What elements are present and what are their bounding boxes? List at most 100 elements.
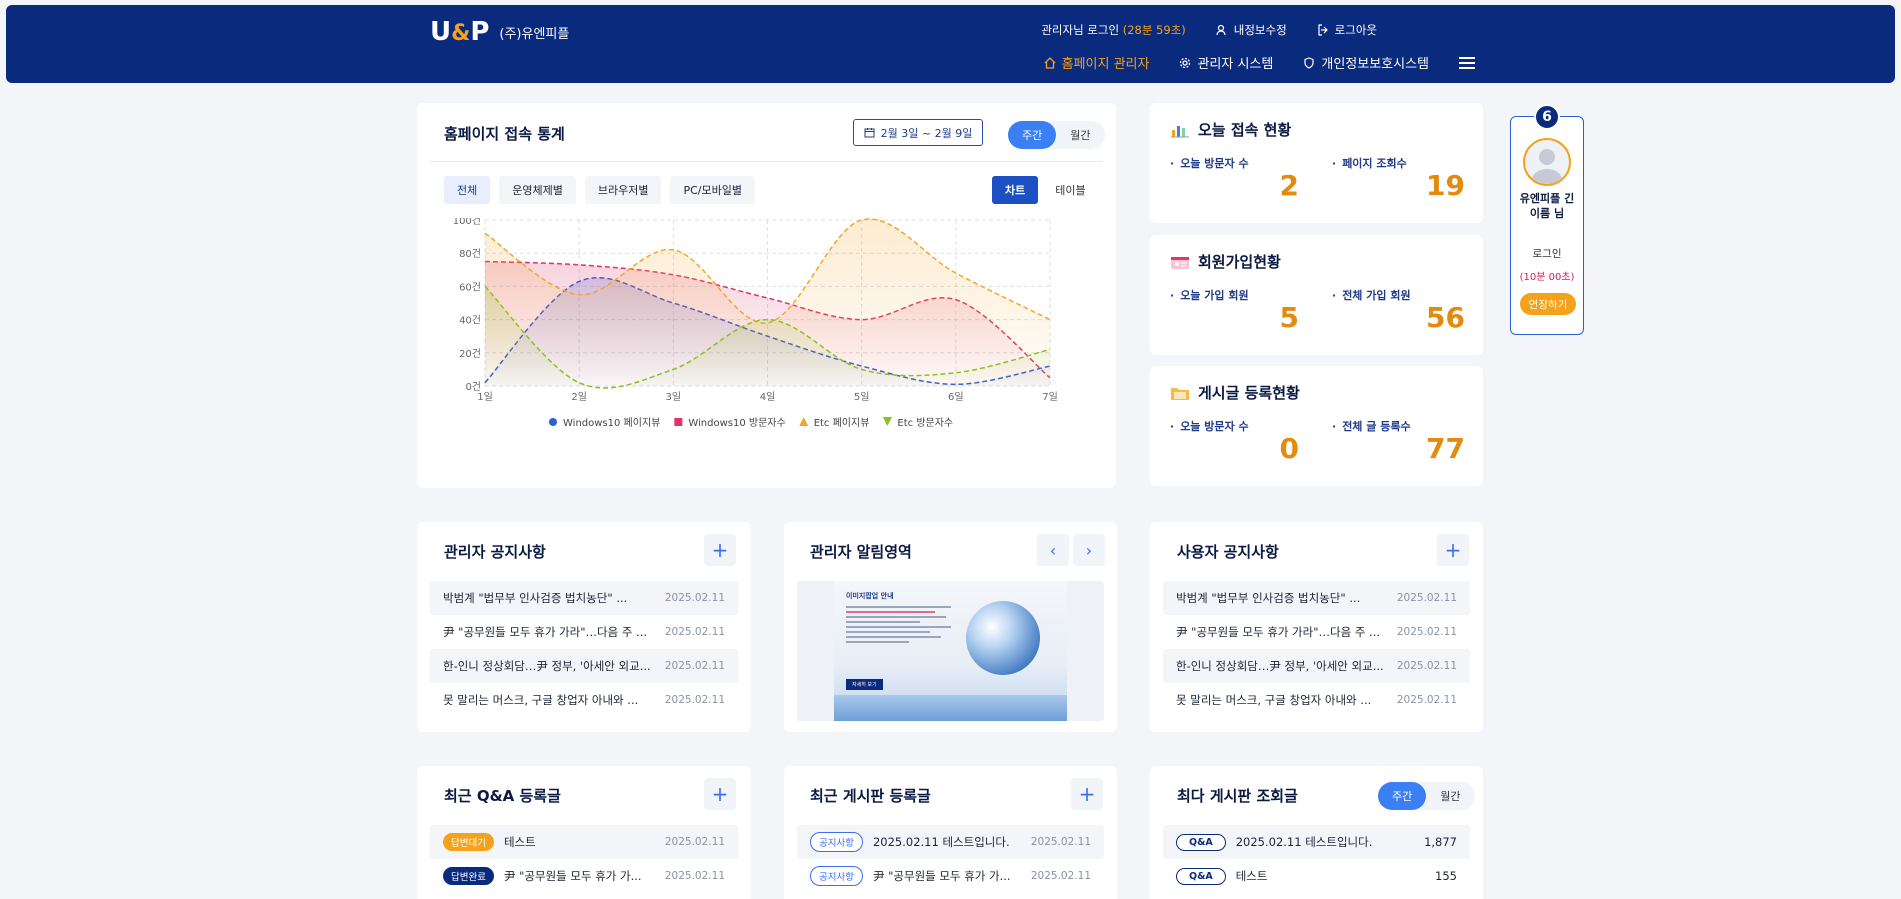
category-badge: 공지사항 bbox=[810, 832, 863, 852]
filter-device[interactable]: PC/모바일별 bbox=[670, 176, 755, 204]
view-chart[interactable]: 차트 bbox=[992, 176, 1039, 204]
shield-lock-icon bbox=[1304, 56, 1314, 69]
list-item-date: 2025.02.11 bbox=[664, 694, 725, 706]
category-badge: 공지사항 bbox=[810, 866, 863, 886]
member-join-card: 회원가입현황 오늘 가입 회원 5 전체 가입 회원 56 bbox=[1150, 235, 1483, 355]
legend-marker bbox=[799, 417, 809, 426]
today-visit-title: 오늘 접속 현황 bbox=[1198, 121, 1292, 139]
list-item-title: 한-인니 정상회담…尹 정부, '아세안 외교... bbox=[443, 659, 651, 673]
filter-browser[interactable]: 브라우저별 bbox=[584, 176, 662, 204]
legend-label: Etc 방문자수 bbox=[897, 417, 953, 429]
list-item[interactable]: Q&A 2025.02.11 테스트입니다. 1,877 bbox=[1163, 825, 1470, 859]
today-visit-header: 오늘 접속 현황 bbox=[1170, 119, 1291, 140]
top-views-weekly[interactable]: 주간 bbox=[1378, 782, 1427, 810]
admin-notice-more-button[interactable]: + bbox=[704, 534, 736, 566]
user-notice-more-button[interactable]: + bbox=[1437, 534, 1469, 566]
period-weekly[interactable]: 주간 bbox=[1008, 121, 1057, 149]
post-total-value: 77 bbox=[1426, 432, 1465, 465]
next-arrow-button[interactable]: › bbox=[1073, 534, 1105, 566]
nav-privacy-system[interactable]: 개인정보보호시스템 bbox=[1303, 53, 1429, 72]
profile-remaining-time: (10분 00초) bbox=[1519, 272, 1575, 283]
x-tick-label: 6일 bbox=[948, 391, 964, 403]
legend-marker bbox=[674, 418, 683, 426]
list-item[interactable]: 답변대기 테스트 2025.02.11 bbox=[430, 825, 738, 859]
prev-arrow-button[interactable]: ‹ bbox=[1037, 534, 1069, 566]
page-views-value: 19 bbox=[1426, 169, 1465, 202]
category-badge: Q&A bbox=[1176, 833, 1226, 851]
list-item-date: 2025.02.11 bbox=[1396, 694, 1457, 706]
date-range-text: 2월 3일 ~ 2월 9일 bbox=[880, 126, 973, 140]
view-count: 155 bbox=[1435, 869, 1457, 883]
login-status-text: 관리자님 로그인 bbox=[1041, 23, 1120, 37]
folder-icon bbox=[1171, 387, 1189, 400]
y-tick-label: 100건 bbox=[453, 218, 481, 227]
edit-info-link[interactable]: 내정보수정 bbox=[1216, 22, 1287, 38]
nav-admin-system-label: 관리자 시스템 bbox=[1197, 57, 1274, 72]
list-item[interactable]: 박범계 "법무부 인사검증 법치농단" ... 2025.02.11 bbox=[1163, 581, 1470, 615]
filter-os[interactable]: 운영체제별 bbox=[499, 176, 576, 204]
nav-homepage-admin[interactable]: 홈페이지 관리자 bbox=[1044, 53, 1150, 72]
list-item-date: 2025.02.11 bbox=[664, 626, 725, 638]
list-item[interactable]: 한-인니 정상회담…尹 정부, '아세안 외교... 2025.02.11 bbox=[430, 649, 738, 683]
list-item[interactable]: 못 말리는 머스크, 구글 창업자 아내와 ... 2025.02.11 bbox=[430, 683, 738, 717]
list-item-date: 2025.02.11 bbox=[1030, 870, 1091, 882]
user-avatar-icon bbox=[1531, 149, 1563, 184]
date-range-picker[interactable]: 2월 3일 ~ 2월 9일 bbox=[853, 119, 983, 146]
list-item[interactable]: 한-인니 정상회담…尹 정부, '아세안 외교... 2025.02.11 bbox=[1163, 649, 1470, 683]
extend-session-button[interactable]: 연장하기 bbox=[1520, 293, 1576, 315]
x-tick-label: 7일 bbox=[1042, 391, 1058, 403]
list-item[interactable]: 尹 "공무원들 모두 휴가 가라"…다음 주 ... 2025.02.11 bbox=[1163, 615, 1470, 649]
list-item-title: 박범계 "법무부 인사검증 법치농단" ... bbox=[1176, 591, 1361, 605]
logo-mark-amp: & bbox=[451, 21, 471, 46]
list-item-title: 尹 "공무원들 모두 휴가 가라"…다음 주 ... bbox=[1176, 625, 1381, 639]
edit-info-label: 내정보수정 bbox=[1233, 23, 1287, 37]
list-item-title: 못 말리는 머스크, 구글 창업자 아내와 ... bbox=[1176, 693, 1372, 707]
nav-privacy-system-label: 개인정보보호시스템 bbox=[1321, 57, 1429, 72]
list-item[interactable]: 공지사항 2025.02.11 테스트입니다. 2025.02.11 bbox=[797, 825, 1104, 859]
user-cog-icon bbox=[1216, 24, 1226, 36]
post-registration-title: 게시글 등록현황 bbox=[1198, 384, 1300, 402]
list-item-title: 못 말리는 머스크, 구글 창업자 아내와 ... bbox=[443, 693, 639, 707]
filter-all[interactable]: 전체 bbox=[444, 176, 491, 204]
x-tick-label: 3일 bbox=[666, 391, 682, 403]
nav-homepage-admin-label: 홈페이지 관리자 bbox=[1061, 57, 1150, 72]
top-utility-bar: 관리자님 로그인 (28분 59초) 내정보수정 로그아웃 bbox=[1041, 22, 1377, 38]
top-views-monthly[interactable]: 월간 bbox=[1426, 782, 1474, 810]
y-tick-label: 60건 bbox=[459, 281, 481, 293]
nav-admin-system[interactable]: 관리자 시스템 bbox=[1179, 53, 1273, 72]
list-item[interactable]: 尹 "공무원들 모두 휴가 가라"…다음 주 ... 2025.02.11 bbox=[430, 615, 738, 649]
alert-banner[interactable]: 이미지팝업 안내 자세히 보기 bbox=[797, 581, 1104, 721]
view-table[interactable]: 테이블 bbox=[1042, 176, 1098, 204]
y-tick-label: 40건 bbox=[459, 315, 481, 327]
member-join-header: 회원가입현황 bbox=[1170, 251, 1281, 272]
board-more-button[interactable]: + bbox=[1071, 778, 1103, 810]
logo[interactable]: U & P (주)유엔피플 bbox=[430, 19, 569, 45]
access-line-chart: 0건20건40건60건80건100건1일 2일 3일 4일 5일 6일 7일Windows1… bbox=[453, 218, 1058, 429]
list-item[interactable]: 답변완료 尹 "공무원들 모두 휴가 가... 2025.02.11 bbox=[430, 859, 738, 893]
login-status: 관리자님 로그인 (28분 59초) bbox=[1041, 22, 1185, 38]
legend-label: Windows10 페이지뷰 bbox=[563, 417, 660, 429]
home-icon bbox=[1044, 56, 1056, 69]
qna-more-button[interactable]: + bbox=[704, 778, 736, 810]
y-tick-label: 80건 bbox=[459, 248, 481, 260]
logout-link[interactable]: 로그아웃 bbox=[1317, 22, 1377, 38]
main-nav: 홈페이지 관리자 관리자 시스템 개인정보보호시스템 bbox=[1044, 53, 1475, 72]
menu-icon[interactable] bbox=[1459, 56, 1475, 69]
list-item[interactable]: 박범계 "법무부 인사검증 법치농단" ... 2025.02.11 bbox=[430, 581, 738, 615]
period-monthly[interactable]: 월간 bbox=[1056, 121, 1104, 149]
logo-mark: U & P bbox=[430, 19, 489, 45]
list-item[interactable]: 못 말리는 머스크, 구글 창업자 아내와 ... 2025.02.11 bbox=[1163, 683, 1470, 717]
logout-icon bbox=[1318, 24, 1328, 36]
period-toggle: 주간 월간 bbox=[1008, 121, 1105, 149]
list-item-date: 2025.02.11 bbox=[1396, 626, 1457, 638]
alert-banner-image: 이미지팝업 안내 자세히 보기 bbox=[834, 581, 1067, 721]
list-item-title: 尹 "공무원들 모두 휴가 가라"…다음 주 ... bbox=[443, 625, 648, 639]
banner-button: 자세히 보기 bbox=[846, 679, 883, 690]
top-views-card: 최다 게시판 조회글 주간 월간 Q&A 2025.02.11 테스트입니다. 1,… bbox=[1150, 766, 1483, 899]
x-tick-label: 1일 bbox=[477, 391, 493, 403]
today-join-value: 5 bbox=[1279, 301, 1299, 334]
x-tick-label: 2일 bbox=[571, 391, 587, 403]
list-item[interactable]: Q&A 테스트 155 bbox=[1163, 859, 1470, 893]
list-item[interactable]: 공지사항 尹 "공무원들 모두 휴가 가... 2025.02.11 bbox=[797, 859, 1104, 893]
list-item-title: 尹 "공무원들 모두 휴가 가... bbox=[872, 869, 1011, 883]
